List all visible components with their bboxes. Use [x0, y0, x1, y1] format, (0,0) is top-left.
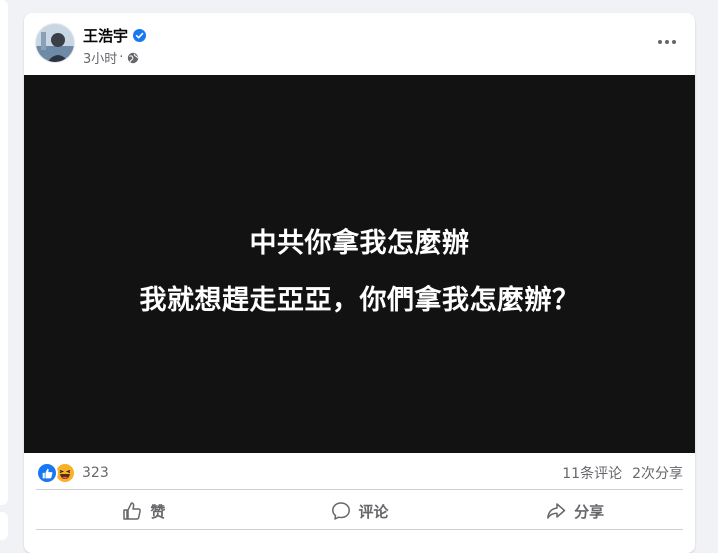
left-panel-card-2 [0, 512, 8, 540]
meta-separator: · [119, 50, 124, 65]
author-row: 王浩宇 [83, 25, 147, 46]
avatar-photo [36, 24, 74, 62]
stats-divider [36, 489, 683, 490]
thumbs-up-icon [123, 502, 142, 520]
more-options-icon[interactable] [649, 29, 685, 55]
like-button[interactable]: 赞 [36, 493, 252, 529]
share-button[interactable]: 分享 [467, 493, 683, 529]
media-text-line-2: 我就想趕走亞亞，你們拿我怎麼辦？ [139, 285, 580, 316]
media-text-line-1: 中共你拿我怎麼辦 [249, 228, 470, 259]
comment-icon [331, 502, 350, 520]
comment-count[interactable]: 11条评论 [562, 463, 622, 483]
share-icon [547, 503, 566, 519]
post-time[interactable]: 3小时 [83, 48, 117, 67]
reactions-summary[interactable]: 323 [36, 462, 109, 484]
post-card: 王浩宇 3小时 · 中共你拿我怎麼辦 我就想趕走亞亞，你們拿我怎麼辦？ 323 … [24, 13, 695, 553]
avatar[interactable] [35, 23, 75, 63]
left-panel-card [0, 0, 8, 505]
like-label: 赞 [150, 502, 166, 521]
author-name[interactable]: 王浩宇 [83, 25, 128, 46]
action-bar: 赞 评论 分享 [36, 493, 683, 529]
like-reaction-icon [36, 462, 58, 484]
post-header: 王浩宇 3小时 · [24, 13, 695, 75]
reaction-count: 323 [82, 465, 109, 481]
post-stats: 323 11条评论 2次分享 [36, 461, 683, 485]
globe-icon [128, 52, 139, 63]
share-count[interactable]: 2次分享 [632, 463, 683, 483]
comment-label: 评论 [358, 502, 389, 521]
comment-button[interactable]: 评论 [252, 493, 468, 529]
post-meta: 3小时 · [83, 48, 139, 67]
engagement-counts: 11条评论 2次分享 [562, 463, 683, 483]
actions-divider [36, 529, 683, 530]
left-sidebar-edge [0, 0, 9, 540]
post-media[interactable]: 中共你拿我怎麼辦 我就想趕走亞亞，你們拿我怎麼辦？ [24, 75, 695, 453]
share-label: 分享 [574, 502, 605, 521]
verified-badge-icon [133, 29, 147, 42]
